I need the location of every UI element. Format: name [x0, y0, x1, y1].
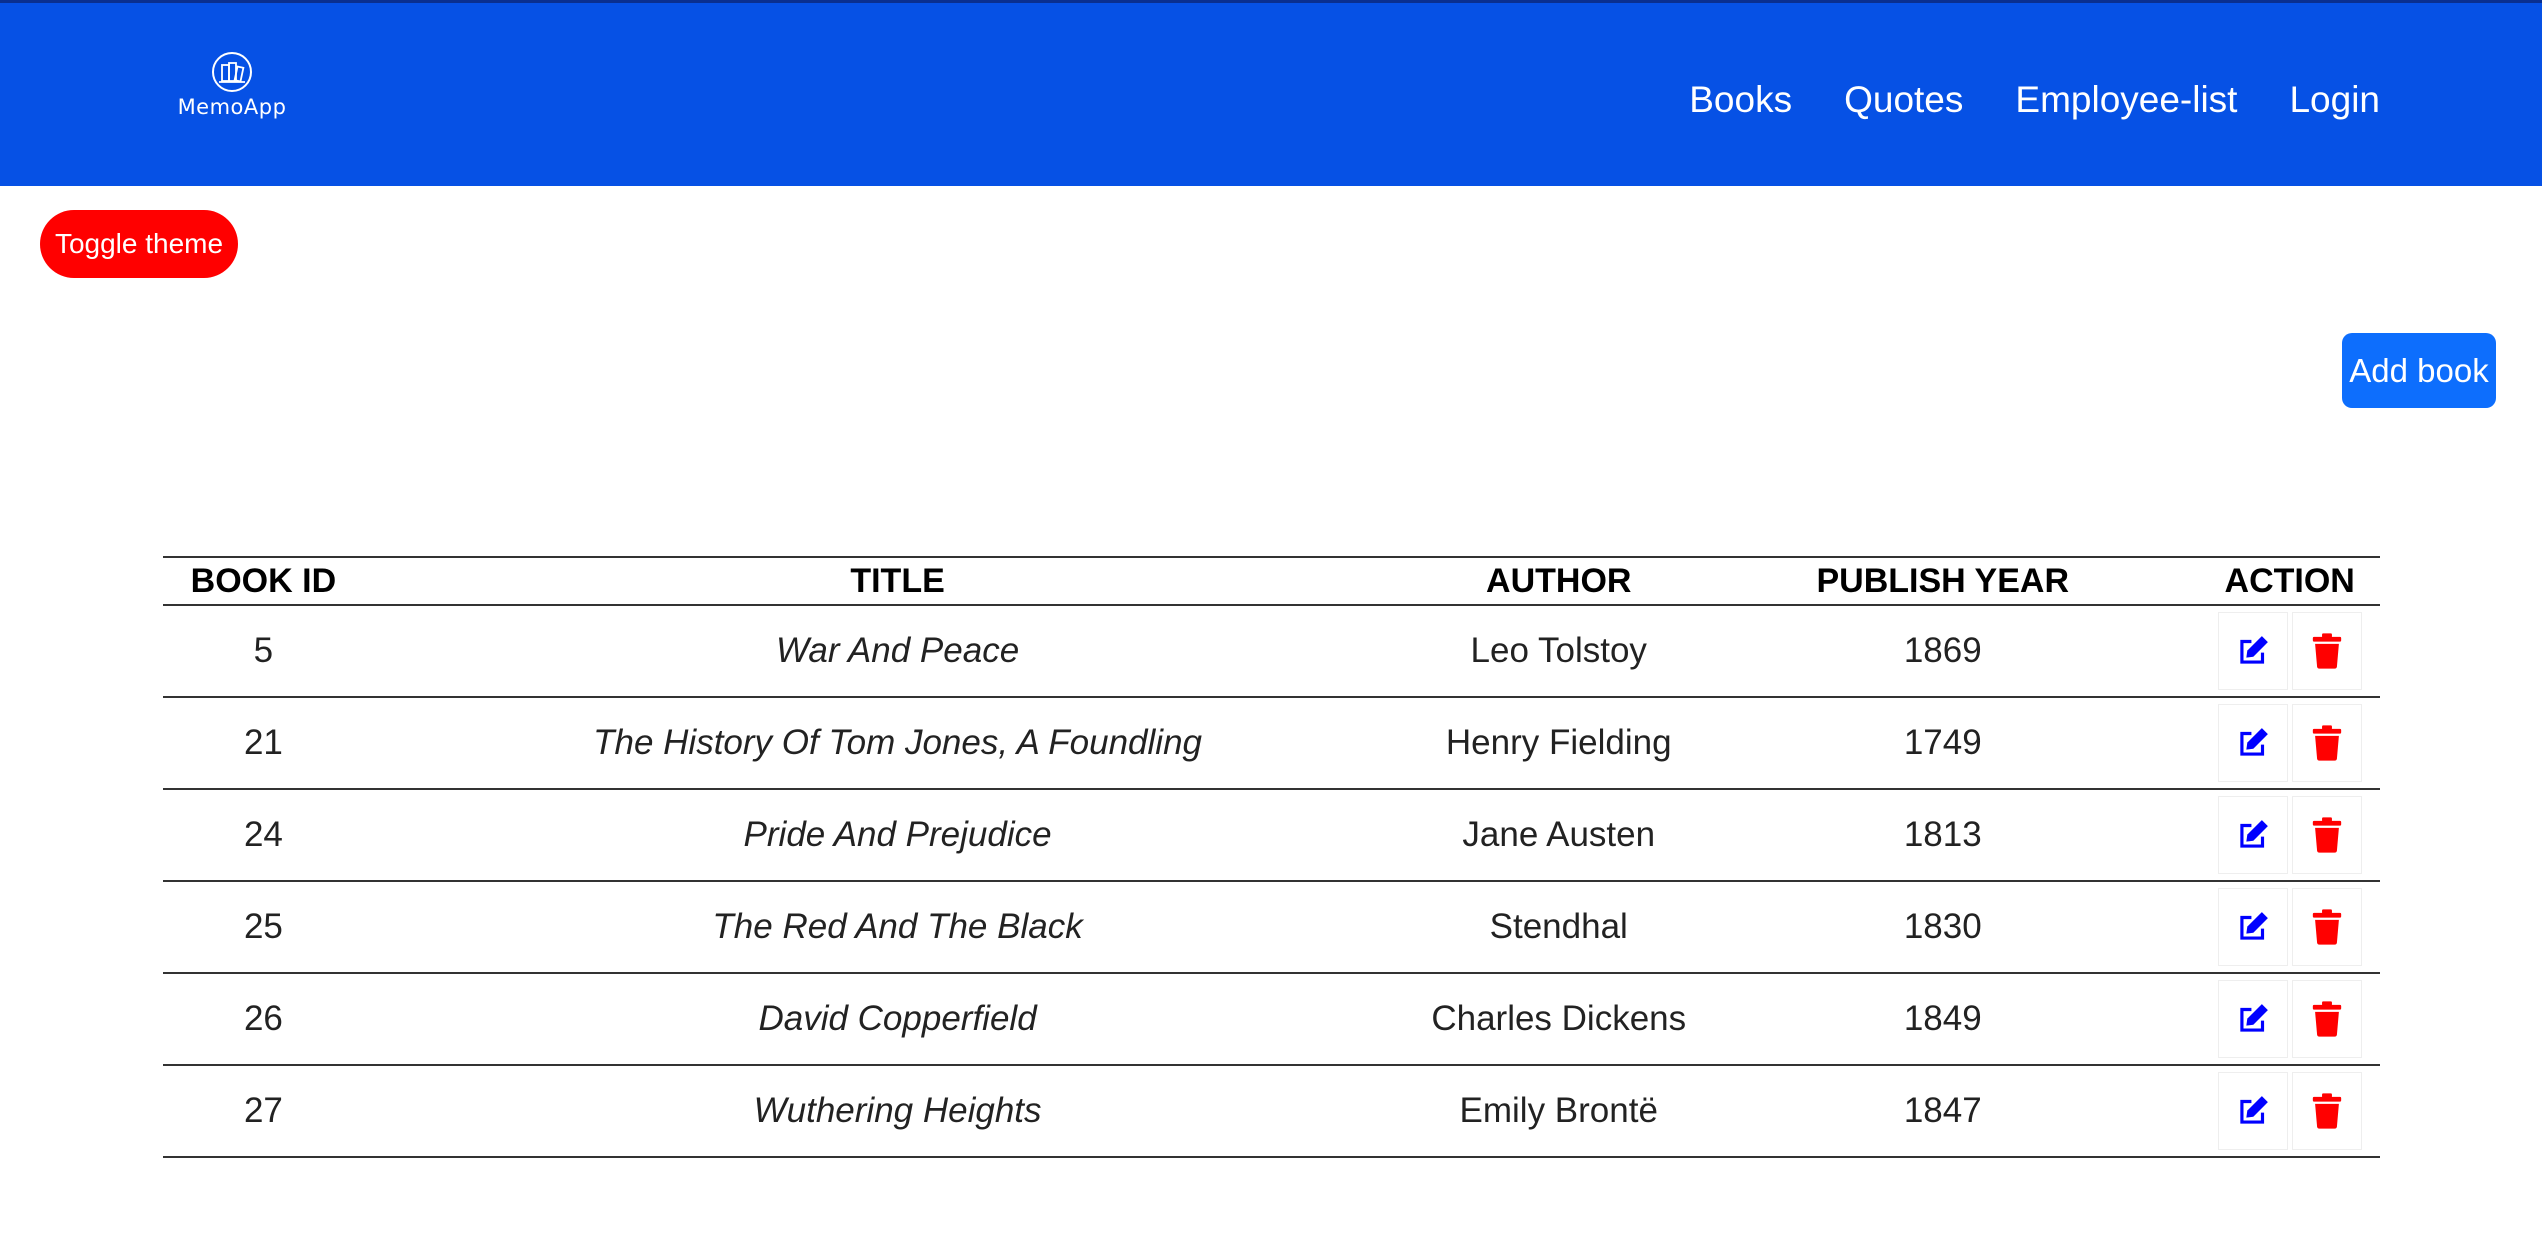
trash-icon — [2312, 909, 2341, 945]
book-year-cell: 1869 — [1903, 631, 1982, 670]
edit-icon — [2240, 1096, 2268, 1124]
edit-icon — [2240, 820, 2268, 848]
action-cell — [2199, 1065, 2380, 1157]
delete-button[interactable] — [2291, 612, 2362, 690]
trash-icon — [2312, 1093, 2341, 1129]
table-row: 5 War And Peace Leo Tolstoy 1869 — [163, 605, 2380, 697]
table-header: BOOK ID TITLE AUTHOR PUBLISH YEAR ACTION — [163, 557, 2380, 605]
nav-item-books[interactable]: Books — [1689, 79, 1792, 121]
action-cell — [2199, 789, 2380, 881]
nav-item-login[interactable]: Login — [2289, 79, 2380, 121]
edit-button[interactable] — [2217, 1072, 2288, 1150]
trash-icon — [2312, 1001, 2341, 1037]
column-header-title: TITLE — [850, 561, 945, 600]
edit-button[interactable] — [2217, 796, 2288, 874]
edit-icon — [2240, 1004, 2268, 1032]
action-cell — [2199, 697, 2380, 789]
edit-button[interactable] — [2217, 888, 2288, 966]
column-header-author: AUTHOR — [1486, 561, 1632, 600]
book-title-cell: War And Peace — [775, 631, 1020, 670]
delete-button[interactable] — [2291, 796, 2362, 874]
edit-icon — [2240, 728, 2268, 756]
delete-button[interactable] — [2291, 1072, 2362, 1150]
column-header-publish-year: PUBLISH YEAR — [1816, 561, 2070, 600]
delete-button[interactable] — [2291, 980, 2362, 1058]
brand-logo[interactable]: MemoApp — [176, 51, 288, 141]
book-title-cell: David Copperfield — [758, 999, 1037, 1038]
book-id-cell: 26 — [243, 999, 283, 1038]
navbar: MemoApp Books Quotes Employee-list Login — [0, 3, 2542, 186]
edit-icon — [2240, 636, 2268, 664]
edit-icon — [2240, 912, 2268, 940]
books-logo-icon — [212, 52, 252, 92]
book-year-cell: 1847 — [1903, 1091, 1982, 1130]
books-table: BOOK ID TITLE AUTHOR PUBLISH YEAR ACTION… — [163, 556, 2380, 1158]
table-row: 21 The History Of Tom Jones, A Foundling… — [163, 697, 2380, 789]
book-title-cell: Wuthering Heights — [753, 1091, 1042, 1130]
table-row: 24 Pride And Prejudice Jane Austen 1813 — [163, 789, 2380, 881]
book-id-cell: 27 — [243, 1091, 283, 1130]
book-author-cell: Charles Dickens — [1431, 999, 1687, 1038]
book-id-cell: 24 — [243, 815, 283, 854]
action-cell — [2199, 881, 2380, 973]
action-cell — [2199, 605, 2380, 697]
book-author-cell: Emily Brontë — [1459, 1091, 1658, 1130]
action-cell — [2199, 973, 2380, 1065]
delete-button[interactable] — [2291, 888, 2362, 966]
trash-icon — [2312, 725, 2341, 761]
book-year-cell: 1849 — [1903, 999, 1982, 1038]
book-id-cell: 5 — [253, 631, 274, 670]
book-title-cell: The History Of Tom Jones, A Foundling — [593, 723, 1203, 762]
book-author-cell: Leo Tolstoy — [1470, 631, 1647, 670]
edit-button[interactable] — [2217, 704, 2288, 782]
header-row: BOOK ID TITLE AUTHOR PUBLISH YEAR ACTION — [163, 557, 2380, 605]
book-id-cell: 21 — [243, 723, 283, 762]
table-row: 27 Wuthering Heights Emily Brontë 1847 — [163, 1065, 2380, 1157]
table-row: 25 The Red And The Black Stendhal 1830 — [163, 881, 2380, 973]
column-header-action: ACTION — [2224, 561, 2355, 600]
nav-item-quotes[interactable]: Quotes — [1844, 79, 1963, 121]
column-header-book-id: BOOK ID — [190, 561, 337, 600]
book-year-cell: 1813 — [1903, 815, 1982, 854]
edit-button[interactable] — [2217, 612, 2288, 690]
book-author-cell: Stendhal — [1489, 907, 1628, 946]
book-title-cell: The Red And The Black — [712, 907, 1083, 946]
book-id-cell: 25 — [243, 907, 283, 946]
trash-icon — [2312, 633, 2341, 669]
brand-name: MemoApp — [177, 95, 287, 119]
trash-icon — [2312, 817, 2341, 853]
table-row: 26 David Copperfield Charles Dickens 184… — [163, 973, 2380, 1065]
table-body: 5 War And Peace Leo Tolstoy 1869 21 The … — [163, 605, 2380, 1157]
book-author-cell: Henry Fielding — [1445, 723, 1672, 762]
toggle-theme-button[interactable]: Toggle theme — [40, 210, 238, 278]
add-book-button[interactable]: Add book — [2342, 333, 2496, 408]
book-year-cell: 1830 — [1903, 907, 1982, 946]
edit-button[interactable] — [2217, 980, 2288, 1058]
book-year-cell: 1749 — [1903, 723, 1982, 762]
book-author-cell: Jane Austen — [1462, 815, 1656, 854]
delete-button[interactable] — [2291, 704, 2362, 782]
book-title-cell: Pride And Prejudice — [743, 815, 1052, 854]
nav-menu: Books Quotes Employee-list Login — [1637, 79, 2380, 121]
nav-item-employee-list[interactable]: Employee-list — [2015, 79, 2237, 121]
